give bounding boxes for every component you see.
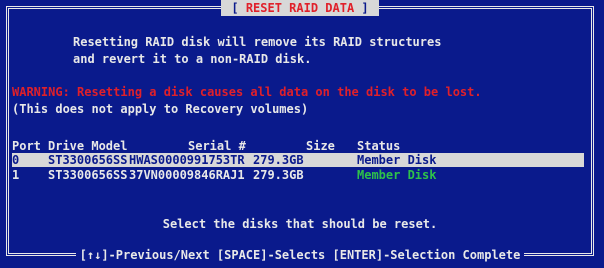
row-port: 0 [12,153,20,167]
col-status: Status [357,139,401,153]
intro-line-1: Resetting RAID disk will remove its RAID… [73,35,442,49]
row-serial: 37VN00009846RAJ1 [129,168,245,182]
warning-text: WARNING: Resetting a disk causes all dat… [12,85,482,99]
dialog-title-text: RESET RAID DATA [245,1,355,15]
intro-line-2: and revert it to a non-RAID disk. [73,52,312,66]
table-header: Port Drive Model Serial # Size Status [12,139,584,153]
col-size: Size [306,139,335,153]
col-port: Port [12,139,41,153]
dialog-title: [ RESET RAID DATA ] [9,0,591,16]
row-port: 1 [12,168,20,182]
col-serial: Serial # [188,139,246,153]
row-model: ST3300656SS [48,153,128,167]
col-drive-model: Drive Model [48,139,128,153]
table-row[interactable]: 1 ST3300656SS 37VN00009846RAJ1 279.3GB M… [12,168,584,182]
help-text: [↑↓]-Previous/Next [SPACE]-Selects [ENTE… [75,248,525,262]
row-size: 279.3GB [253,168,304,182]
help-bar: [↑↓]-Previous/Next [SPACE]-Selects [ENTE… [9,248,591,262]
row-status: Member Disk [357,153,437,167]
row-serial: HWAS0000991753TR [129,153,245,167]
row-size: 279.3GB [253,153,304,167]
table-row[interactable]: 0 ST3300656SS HWAS0000991753TR 279.3GB M… [12,153,584,167]
row-status: Member Disk [357,168,437,182]
select-prompt: Select the disks that should be reset. [162,217,438,231]
reset-raid-dialog: [ RESET RAID DATA ] Resetting RAID disk … [6,0,594,262]
row-model: ST3300656SS [48,168,128,182]
note-text: (This does not apply to Recovery volumes… [12,102,309,116]
